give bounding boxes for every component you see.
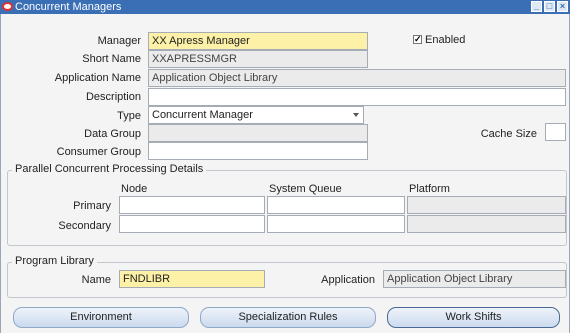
data-group-field[interactable] [148, 124, 368, 142]
primary-node-field[interactable] [119, 196, 265, 214]
form-body: Manager XX Apress Manager ✓ Enabled Shor… [0, 14, 570, 333]
library-name-field[interactable]: FNDLIBR [119, 270, 265, 288]
description-label: Description [85, 91, 141, 103]
type-select-value: Concurrent Manager [152, 109, 253, 121]
description-field[interactable] [148, 88, 566, 106]
data-group-label: Data Group [84, 128, 141, 140]
window-title: Concurrent Managers [15, 1, 122, 13]
consumer-group-label: Consumer Group [56, 146, 141, 158]
primary-queue-field[interactable] [267, 196, 405, 214]
program-library-title: Program Library [12, 255, 97, 268]
library-name-label: Name [81, 274, 111, 286]
consumer-group-field[interactable] [148, 142, 368, 160]
library-application-field[interactable]: Application Object Library [383, 270, 566, 288]
primary-label: Primary [73, 200, 111, 212]
manager-field[interactable]: XX Apress Manager [148, 32, 368, 50]
title-bar: Concurrent Managers _ □ × [0, 0, 570, 14]
node-column-header: Node [121, 183, 148, 195]
system-queue-column-header: System Queue [269, 183, 342, 195]
oracle-logo-icon [2, 2, 13, 11]
short-name-label: Short Name [82, 53, 141, 65]
application-name-field[interactable]: Application Object Library [148, 69, 566, 87]
work-shifts-button[interactable]: Work Shifts [387, 307, 560, 328]
secondary-label: Secondary [58, 220, 111, 232]
enabled-checkbox[interactable]: ✓ [413, 35, 422, 44]
platform-column-header: Platform [409, 183, 450, 195]
primary-platform-field[interactable] [407, 196, 566, 214]
type-label: Type [117, 110, 141, 122]
secondary-platform-field[interactable] [407, 215, 566, 233]
short-name-field[interactable]: XXAPRESSMGR [148, 50, 368, 68]
minimize-icon[interactable]: _ [531, 1, 542, 12]
manager-label: Manager [97, 35, 141, 47]
cache-size-field[interactable] [545, 123, 566, 141]
secondary-queue-field[interactable] [267, 215, 405, 233]
secondary-node-field[interactable] [119, 215, 265, 233]
specialization-rules-button[interactable]: Specialization Rules [200, 307, 376, 328]
environment-button[interactable]: Environment [13, 307, 189, 328]
maximize-icon[interactable]: □ [544, 1, 555, 12]
chevron-down-icon[interactable] [353, 113, 359, 117]
enabled-label: Enabled [425, 34, 466, 46]
close-icon[interactable]: × [557, 1, 568, 12]
cache-size-label: Cache Size [480, 128, 537, 140]
application-name-label: Application Name [54, 72, 141, 84]
type-select[interactable]: Concurrent Manager [148, 106, 364, 124]
parallel-processing-title: Parallel Concurrent Processing Details [12, 163, 207, 176]
library-application-label: Application [321, 274, 375, 286]
